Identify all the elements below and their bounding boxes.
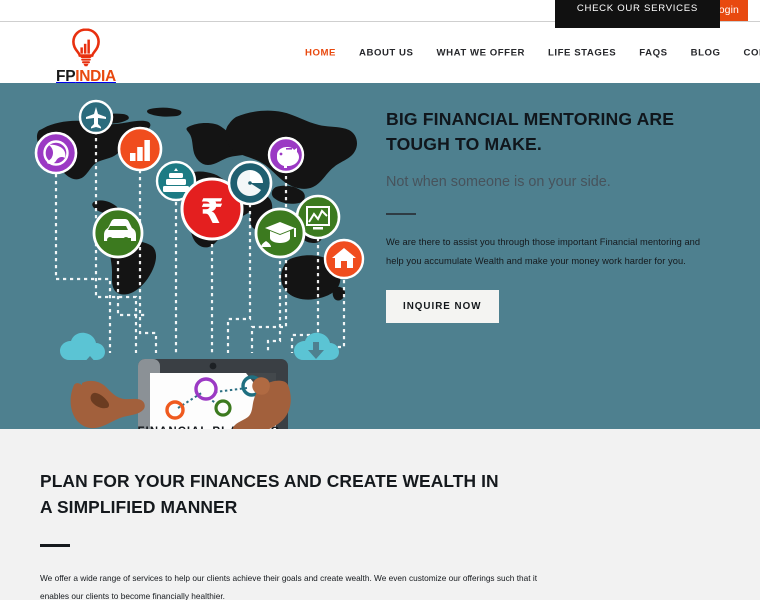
pin-home-icon [323,238,365,280]
hero-inquire-now-button[interactable]: INQUIRE NOW [386,289,499,323]
pin-airplane-icon [78,99,114,135]
hero-body-text: We are there to assist you through those… [386,237,701,266]
site-logo[interactable]: FPINDIA [46,18,126,84]
left-hand [70,380,145,429]
pin-pie-chart-icon [227,160,273,206]
pin-bar-chart-icon [117,126,163,172]
intro-section: PLAN FOR YOUR FINANCES AND CREATE WEALTH… [0,0,760,600]
check-our-services-button[interactable]: CHECK OUR SERVICES [554,0,720,28]
hero-copy: BIG FINANCIAL MENTORING ARE TOUGH TO MAK… [386,107,716,323]
hero-divider [386,213,416,216]
pin-car-icon [92,207,144,259]
cloud-upload-icon [60,332,105,372]
nav-item-blog[interactable]: BLOG [691,47,721,58]
hero-illustration: ₹ [0,83,380,429]
nav-item-faqs[interactable]: FAQS [639,47,667,58]
pin-globe-icon [34,131,78,175]
nav-item-about-us[interactable]: ABOUT US [359,47,414,58]
section-heading: PLAN FOR YOUR FINANCES AND CREATE WEALTH… [40,471,499,517]
section-body-text: We offer a wide range of services to hel… [40,572,538,600]
nav-item-life-stages[interactable]: LIFE STAGES [548,47,616,58]
nav-item-contact[interactable]: CONTACT [744,47,760,58]
lightbulb-bar-chart-icon [63,26,109,72]
pin-piggy-bank-icon [267,136,305,174]
section-divider [40,544,70,547]
nav-item-what-we-offer[interactable]: WHAT WE OFFER [437,47,526,58]
hero-section: ₹ BIG FINANCIAL MENTORING ARE TOUGH TO M… [0,83,760,429]
hero-heading: BIG FINANCIAL MENTORING ARE TOUGH TO MAK… [386,109,675,155]
cloud-download-icon [294,332,339,360]
svg-text:₹: ₹ [200,192,224,232]
pin-graduation-cap-icon [254,207,306,259]
site-header: FPINDIA HOME ABOUT US WHAT WE OFFER LIFE… [0,22,760,84]
hero-subheading: Not when someone is on your side. [386,173,611,190]
main-navigation: HOME ABOUT US WHAT WE OFFER LIFE STAGES … [305,47,760,58]
nav-item-home[interactable]: HOME [305,47,336,58]
